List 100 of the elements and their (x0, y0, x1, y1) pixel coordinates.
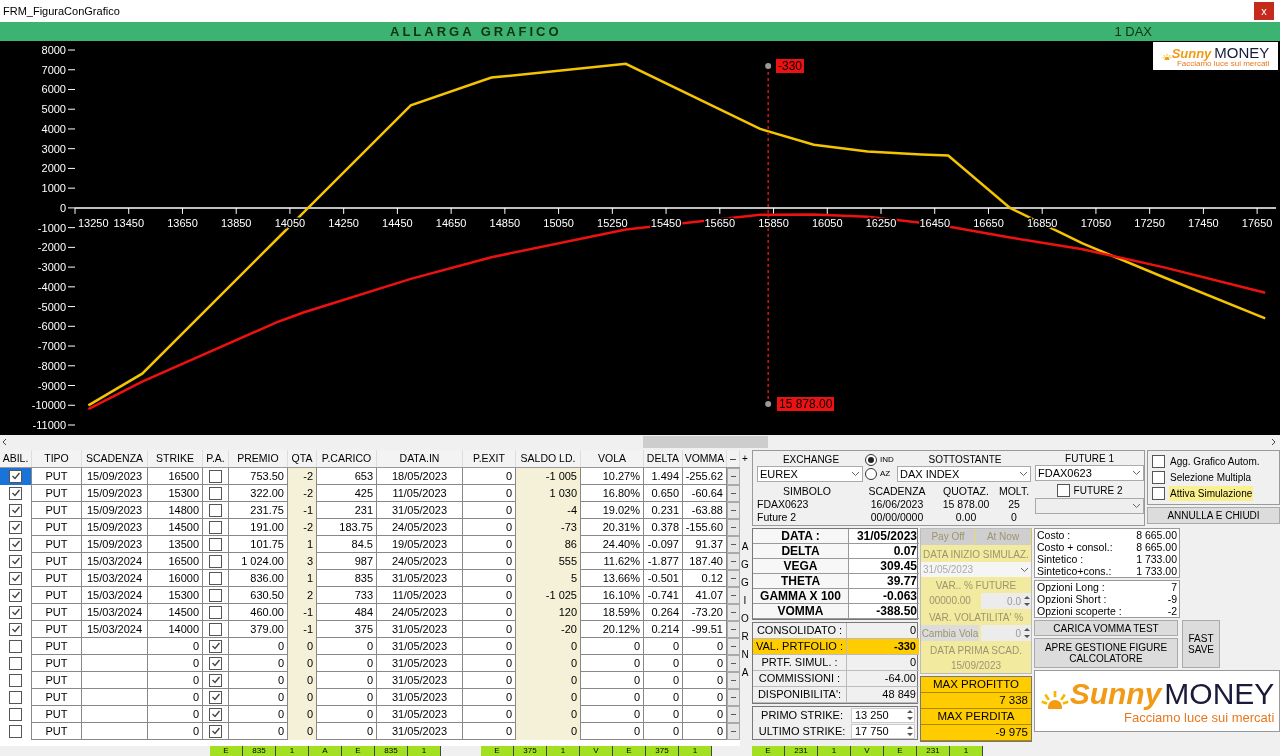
remove-row-button[interactable]: – (727, 672, 740, 689)
checkbox[interactable] (9, 503, 22, 517)
column-header[interactable]: DATA.IN (377, 450, 463, 467)
column-header[interactable]: STRIKE (148, 450, 203, 467)
remove-row-button[interactable]: – (727, 604, 740, 621)
dropdown[interactable]: FDAX0623 (1035, 465, 1144, 481)
strike-input[interactable]: 13 250 (851, 707, 915, 723)
checkbox[interactable] (209, 656, 222, 670)
checkbox[interactable] (9, 690, 22, 704)
column-header[interactable]: ABIL. (0, 450, 32, 467)
checkbox[interactable] (9, 469, 22, 483)
checkbox[interactable] (209, 503, 222, 517)
remove-row-button[interactable]: – (727, 621, 740, 638)
dropdown[interactable]: EUREX (757, 466, 863, 482)
remove-row-button[interactable]: – (727, 519, 740, 536)
checkbox[interactable] (9, 554, 22, 568)
refresh-label[interactable]: AGGIORNA (740, 538, 750, 682)
checkbox[interactable] (209, 554, 222, 568)
close-button[interactable]: ANNULLA E CHIUDI (1147, 507, 1280, 524)
column-header[interactable]: TIPO (32, 450, 82, 467)
remove-row-button[interactable]: – (727, 502, 740, 519)
column-header[interactable]: P.A. (203, 450, 229, 467)
table-cell: 31/05/2023 (377, 621, 463, 638)
column-header[interactable]: SALDO LD. (516, 450, 581, 467)
column-header[interactable]: SCADENZA (82, 450, 148, 467)
checkbox[interactable] (9, 486, 22, 500)
checkbox[interactable] (9, 639, 22, 653)
spinner-icon[interactable] (906, 724, 914, 738)
remove-row-button[interactable]: – (727, 553, 740, 570)
strike-input[interactable]: 17 750 (851, 723, 915, 739)
checkbox[interactable] (1152, 487, 1165, 500)
row-select-cell[interactable] (0, 485, 32, 502)
checkbox[interactable] (9, 537, 22, 551)
close-button[interactable]: x (1254, 2, 1274, 20)
strip-cell: 231 (785, 746, 818, 756)
column-header[interactable]: P.EXIT (463, 450, 516, 467)
table-cell: 425 (317, 485, 377, 502)
checkbox[interactable] (9, 724, 22, 738)
open-manager-button[interactable]: APRE GESTIONE FIGURE CALCOLATORE (1034, 638, 1178, 668)
column-header[interactable]: DELTA (644, 450, 683, 467)
remove-row-button[interactable]: – (727, 536, 740, 553)
checkbox[interactable] (9, 673, 22, 687)
table-cell: 31/05/2023 (377, 638, 463, 655)
checkbox[interactable] (1152, 471, 1165, 484)
checkbox[interactable] (209, 571, 222, 585)
checkbox[interactable] (209, 605, 222, 619)
checkbox[interactable] (1152, 455, 1165, 468)
column-header[interactable]: VOMMA (683, 450, 727, 467)
vomma-test-button[interactable]: CARICA VOMMA TEST (1034, 620, 1178, 636)
axis-label: 1000 (41, 182, 66, 195)
remove-row-button[interactable]: – (727, 570, 740, 587)
checkbox[interactable] (9, 622, 22, 636)
checkbox[interactable] (209, 690, 222, 704)
checkbox[interactable] (209, 520, 222, 534)
remove-row-button[interactable]: – (727, 706, 740, 723)
column-header[interactable]: PREMIO (229, 450, 288, 467)
axis-label: 2000 (41, 162, 66, 175)
checkbox[interactable] (9, 707, 22, 721)
add-row-button[interactable]: + (742, 450, 748, 468)
checkbox[interactable] (209, 537, 222, 551)
table-cell: 0 (148, 706, 203, 723)
remove-row-button[interactable]: – (727, 485, 740, 502)
axis-label: 8000 (41, 44, 66, 56)
checkbox[interactable] (209, 707, 222, 721)
radio-button[interactable] (865, 468, 877, 480)
checkbox[interactable] (209, 724, 222, 738)
checkbox[interactable] (9, 656, 22, 670)
checkbox[interactable] (209, 486, 222, 500)
checkbox[interactable] (209, 469, 222, 483)
row-select-cell[interactable] (0, 468, 32, 485)
remove-row-button[interactable]: – (727, 468, 740, 485)
remove-row-button[interactable]: – (727, 689, 740, 706)
table-cell: 10.27% (581, 468, 644, 485)
table-cell: 31/05/2023 (377, 655, 463, 672)
fast-save-button[interactable]: FAST SAVE (1182, 620, 1220, 668)
remove-row-button[interactable]: – (727, 655, 740, 672)
column-header[interactable]: QTA (288, 450, 317, 467)
table-cell: 0 (148, 689, 203, 706)
table-cell: 14000 (148, 621, 203, 638)
remove-row-button[interactable]: – (727, 587, 740, 604)
checkbox[interactable] (9, 605, 22, 619)
column-header[interactable]: P.CARICO (317, 450, 377, 467)
caret-icon (1020, 566, 1029, 573)
checkbox[interactable] (9, 588, 22, 602)
remove-row-button[interactable]: – (727, 638, 740, 655)
dropdown[interactable]: DAX INDEX (897, 466, 1031, 482)
cost-label: Costo : (1037, 529, 1071, 541)
column-header[interactable]: – (727, 450, 740, 467)
checkbox[interactable] (209, 639, 222, 653)
checkbox[interactable] (9, 520, 22, 534)
remove-row-button[interactable]: – (727, 723, 740, 740)
column-header[interactable]: VOLA (581, 450, 644, 467)
checkbox[interactable] (209, 673, 222, 687)
radio-button[interactable] (865, 453, 877, 466)
checkbox[interactable] (9, 571, 22, 585)
header-bar[interactable]: ALLARGA GRAFICO 1 DAX (0, 22, 1280, 41)
spinner-icon[interactable] (906, 708, 914, 722)
checkbox[interactable] (209, 588, 222, 602)
checkbox[interactable] (209, 622, 222, 636)
checkbox[interactable] (1056, 483, 1070, 497)
